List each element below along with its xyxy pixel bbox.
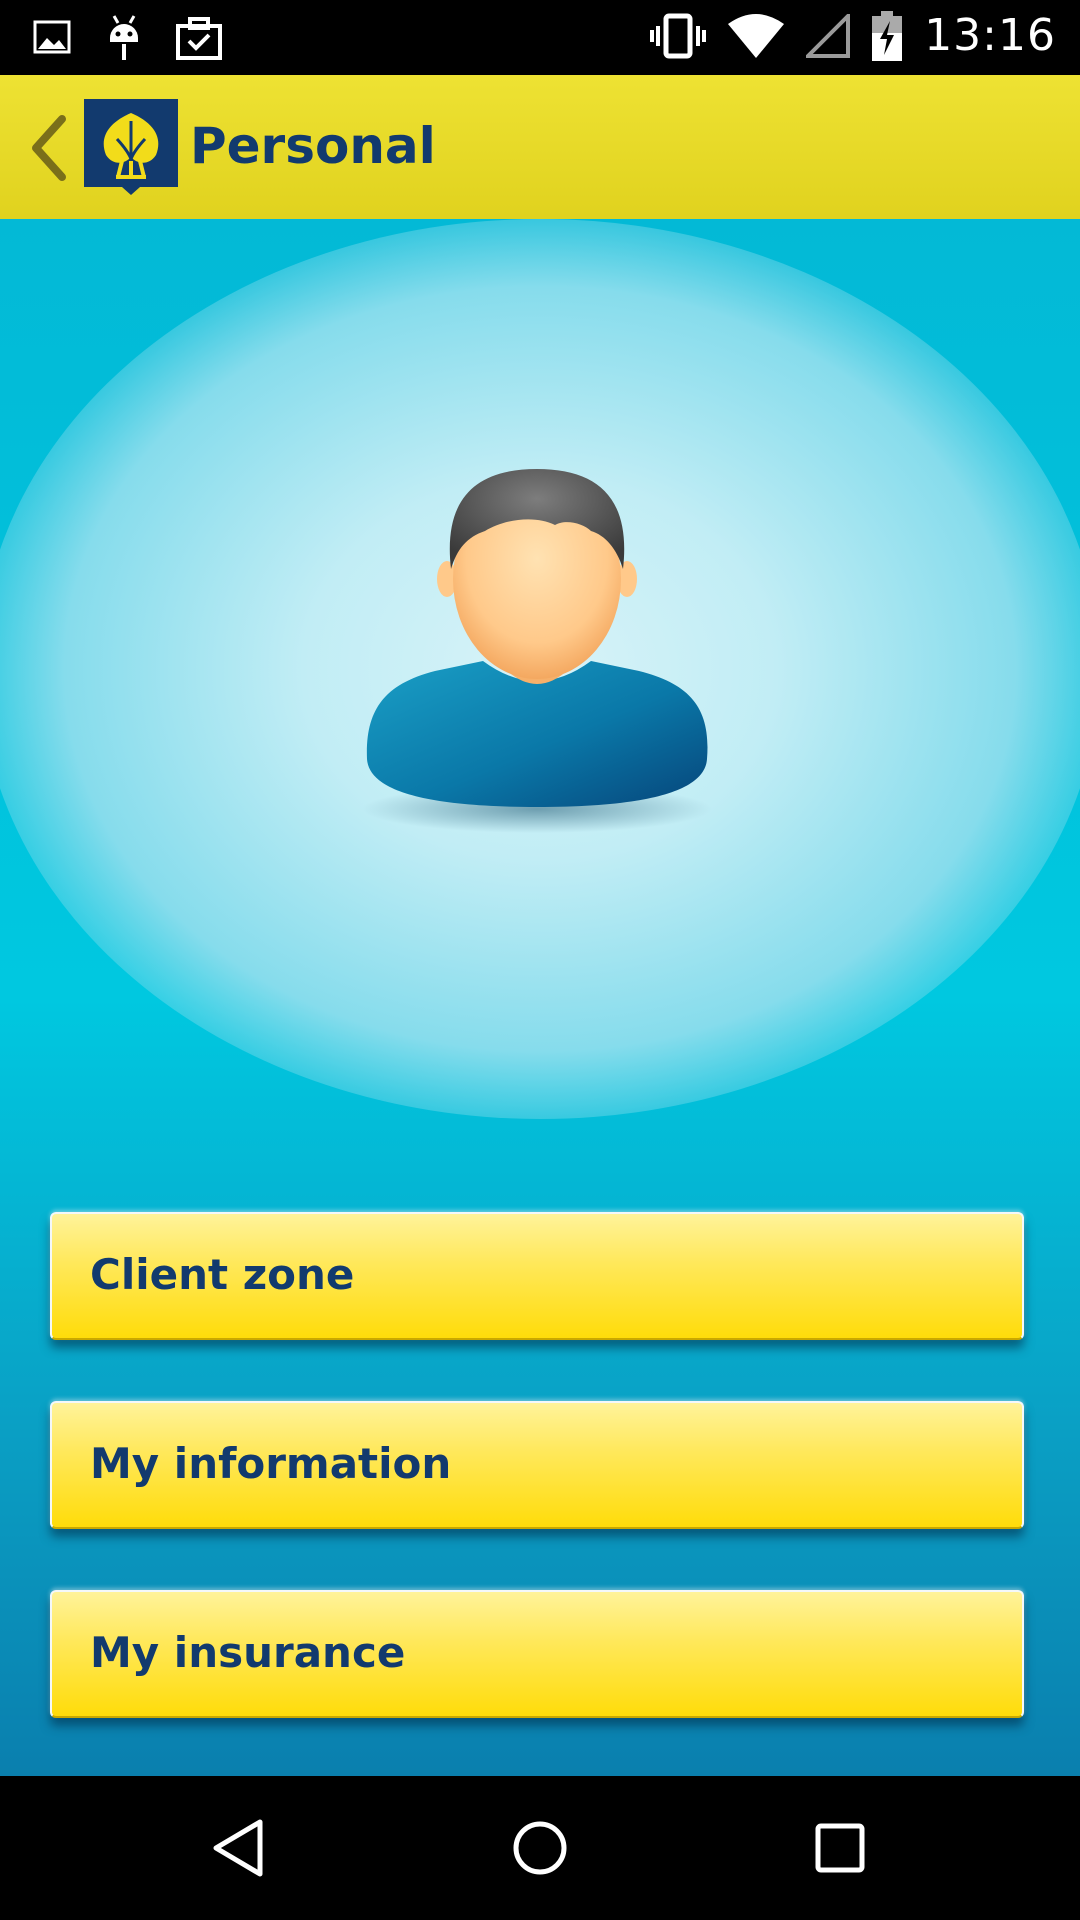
my-information-label: My information bbox=[90, 1439, 452, 1488]
user-avatar-icon bbox=[355, 439, 725, 839]
clipboard-check-icon bbox=[176, 16, 222, 60]
nav-recents-icon[interactable] bbox=[808, 1816, 872, 1880]
leaf-shield-logo[interactable] bbox=[84, 99, 178, 195]
my-insurance-label: My insurance bbox=[90, 1628, 406, 1677]
status-bar: 13:16 bbox=[0, 0, 1080, 75]
nav-home-icon[interactable] bbox=[508, 1816, 572, 1880]
client-zone-label: Client zone bbox=[90, 1250, 355, 1299]
notification-icons bbox=[32, 14, 222, 62]
chevron-left-icon bbox=[32, 115, 66, 181]
wifi-icon bbox=[728, 13, 785, 58]
image-notification-icon bbox=[32, 18, 72, 58]
system-nav-bar bbox=[0, 1776, 1080, 1920]
nav-back-icon[interactable] bbox=[208, 1816, 272, 1880]
client-zone-button[interactable]: Client zone bbox=[50, 1212, 1024, 1340]
vibrate-icon bbox=[650, 12, 707, 60]
status-time: 13:16 bbox=[924, 10, 1056, 61]
page-title: Personal bbox=[190, 117, 436, 175]
cell-signal-icon bbox=[806, 13, 851, 58]
battery-charging-icon bbox=[872, 10, 903, 61]
app-bar: Personal bbox=[0, 75, 1080, 219]
my-insurance-button[interactable]: My insurance bbox=[50, 1590, 1024, 1718]
android-debug-icon bbox=[106, 14, 142, 62]
my-information-button[interactable]: My information bbox=[50, 1401, 1024, 1529]
main-content: Client zone My information My insurance bbox=[0, 219, 1080, 1776]
system-status: 13:16 bbox=[650, 10, 1056, 61]
back-button[interactable] bbox=[26, 113, 70, 183]
